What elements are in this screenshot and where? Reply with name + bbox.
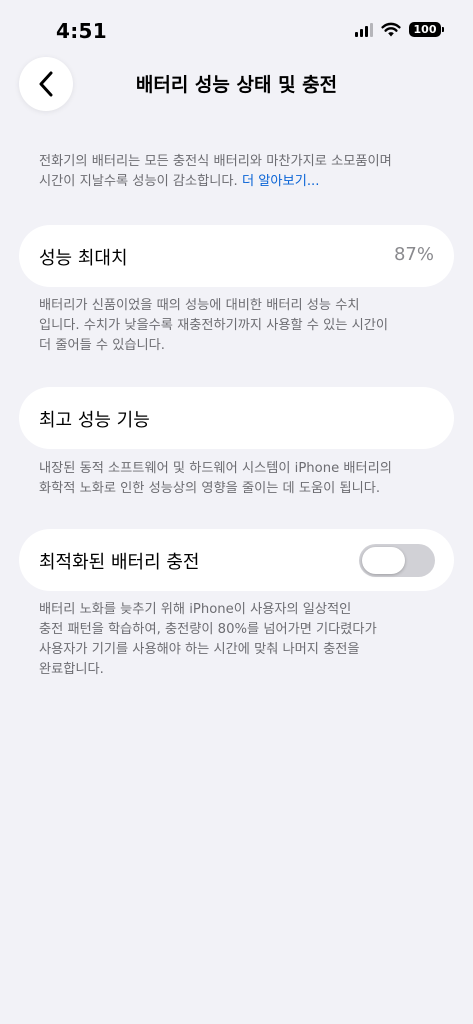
optimized-charging-label: 최적화된 배터리 충전 bbox=[39, 552, 200, 573]
optimized-charging-description: 배터리 노화를 늦추기 위해 iPhone이 사용자의 일상적인 충전 패턴을 … bbox=[39, 600, 439, 680]
status-icons: 100 bbox=[355, 22, 444, 37]
intro-description: 전화기의 배터리는 모든 충전식 배터리와 마찬가지로 소모품이며 시간이 지날… bbox=[39, 152, 439, 192]
intro-line-1: 전화기의 배터리는 모든 충전식 배터리와 마찬가지로 소모품이며 bbox=[39, 154, 392, 169]
intro-line-2: 시간이 지날수록 성능이 감소합니다. bbox=[39, 174, 238, 189]
status-bar: 4:51 100 bbox=[0, 0, 473, 56]
max-capacity-value: 87% bbox=[393, 244, 434, 265]
description-line: 화학적 노화로 인한 성능상의 영향을 줄이는 데 도움이 됩니다. bbox=[39, 481, 381, 496]
description-line: 완료합니다. bbox=[39, 662, 104, 677]
max-capacity-label: 성능 최대치 bbox=[39, 248, 128, 269]
status-time: 4:51 bbox=[56, 19, 107, 43]
description-line: 내장된 동적 소프트웨어 및 하드웨어 시스템이 iPhone 배터리의 bbox=[39, 461, 392, 476]
cellular-signal-icon bbox=[355, 22, 373, 37]
peak-performance-cell[interactable]: 최고 성능 기능 bbox=[19, 387, 454, 449]
description-line: 사용자가 기기를 사용해야 하는 시간에 맞춰 나머지 충전을 bbox=[39, 642, 360, 657]
optimized-charging-toggle[interactable] bbox=[359, 544, 435, 577]
description-line: 배터리가 신품이었을 때의 성능에 대비한 배터리 성능 수치 bbox=[39, 298, 360, 313]
toggle-knob bbox=[362, 547, 405, 574]
optimized-charging-cell: 최적화된 배터리 충전 bbox=[19, 529, 454, 591]
description-line: 배터리 노화를 늦추기 위해 iPhone이 사용자의 일상적인 bbox=[39, 602, 352, 617]
battery-icon: 100 bbox=[409, 22, 444, 37]
battery-level: 100 bbox=[413, 23, 437, 36]
peak-performance-description: 내장된 동적 소프트웨어 및 하드웨어 시스템이 iPhone 배터리의 화학적… bbox=[39, 459, 439, 499]
page-title: 배터리 성능 상태 및 충전 bbox=[135, 74, 338, 96]
learn-more-link[interactable]: 더 알아보기... bbox=[242, 174, 319, 189]
max-capacity-cell: 성능 최대치 87% bbox=[19, 225, 454, 287]
description-line: 더 줄어들 수 있습니다. bbox=[39, 338, 165, 353]
navigation-bar: 배터리 성능 상태 및 충전 bbox=[0, 56, 473, 112]
description-line: 입니다. 수치가 낮을수록 재충전하기까지 사용할 수 있는 시간이 bbox=[39, 318, 388, 333]
max-capacity-description: 배터리가 신품이었을 때의 성능에 대비한 배터리 성능 수치 입니다. 수치가… bbox=[39, 296, 439, 356]
peak-performance-label: 최고 성능 기능 bbox=[39, 410, 150, 431]
wifi-icon bbox=[381, 22, 401, 37]
description-line: 충전 패턴을 학습하여, 충전량이 80%를 넘어가면 기다렸다가 bbox=[39, 622, 377, 637]
